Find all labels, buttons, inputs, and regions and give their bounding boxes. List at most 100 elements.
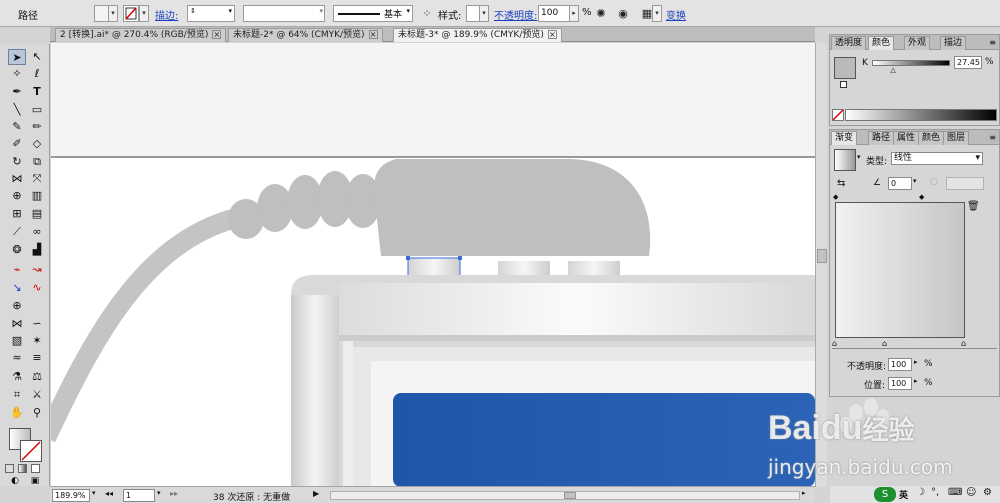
tab-swatches[interactable]: 颜色 bbox=[918, 131, 945, 145]
color-ramp[interactable] bbox=[845, 109, 997, 121]
panel-menu-icon[interactable]: ≡ bbox=[989, 38, 996, 47]
eyedropper-tool-icon[interactable]: ⟋ bbox=[8, 224, 26, 240]
slice-tool-icon[interactable]: ↝ bbox=[28, 262, 46, 278]
column-graph-tool-icon[interactable]: ▟ bbox=[28, 242, 46, 258]
eraser-tool-icon[interactable]: ◇ bbox=[28, 136, 46, 152]
chevron-down-icon[interactable]: ▾ bbox=[406, 7, 410, 15]
rotate-tool-icon[interactable]: ↻ bbox=[8, 154, 26, 170]
global-edit-icon[interactable]: ◉ bbox=[614, 5, 632, 22]
width-tool-icon[interactable]: ⋈ bbox=[8, 171, 26, 187]
hand-tool-icon[interactable]: ✋ bbox=[8, 405, 26, 421]
chevron-down-icon[interactable]: ▾ bbox=[975, 153, 980, 164]
tab-stroke[interactable]: 描边 bbox=[940, 36, 967, 50]
hand-curve-tool-icon[interactable]: ↘ bbox=[8, 280, 26, 296]
scroll-thumb[interactable] bbox=[817, 249, 827, 263]
gradient-slider[interactable] bbox=[832, 348, 997, 349]
warp-tool-icon[interactable]: ∽ bbox=[28, 316, 46, 332]
magic-wand-tool-icon[interactable]: ✧ bbox=[8, 66, 26, 82]
style-dropdown-icon[interactable]: ▾ bbox=[479, 5, 489, 22]
gradient-stop-right[interactable]: ⌂ bbox=[961, 339, 966, 348]
zoom-dropdown-icon[interactable]: ▾ bbox=[92, 489, 96, 497]
tab-gradient[interactable]: 渐变 bbox=[831, 131, 858, 145]
brush-options-icon[interactable]: ⁘ bbox=[418, 5, 436, 22]
aspect-ratio-icon[interactable]: ◌ bbox=[930, 177, 938, 187]
paintbrush-tool-icon[interactable]: ✎ bbox=[8, 119, 26, 135]
transform-link[interactable]: 变换 bbox=[666, 7, 686, 22]
gradient-stop-left[interactable]: ⌂ bbox=[832, 339, 837, 348]
recolor-artwork-icon[interactable]: ✺ bbox=[592, 5, 610, 22]
zoom-curve-tool-icon[interactable]: ∿ bbox=[28, 280, 46, 296]
gradient-type-select[interactable]: 线性 ▾ bbox=[891, 152, 983, 165]
moon-icon[interactable]: ☽ bbox=[916, 487, 925, 498]
free-transform-tool-icon[interactable]: ⤧ bbox=[28, 171, 46, 187]
stroke-swatch[interactable] bbox=[123, 5, 139, 22]
scroll-right-icon[interactable]: ▸ bbox=[802, 489, 806, 497]
stroke-dropdown-icon[interactable]: ▾ bbox=[139, 5, 149, 22]
zoom-field[interactable]: 189.9% bbox=[52, 489, 90, 502]
k-value-field[interactable]: 27.45 bbox=[954, 56, 982, 69]
k-slider-track[interactable] bbox=[872, 60, 950, 66]
settings-icon[interactable]: ⚙ bbox=[983, 487, 992, 498]
symbol-sprayer-tool-icon[interactable]: ❂ bbox=[8, 242, 26, 258]
blend-tool-icon[interactable]: ∞ bbox=[28, 224, 46, 240]
envelope-tool-icon[interactable]: ⋈ bbox=[8, 316, 26, 332]
gradient-tool-icon[interactable]: ▤ bbox=[28, 206, 46, 222]
first-page-icon[interactable]: ◂◂ bbox=[105, 489, 113, 498]
tab-layers[interactable]: 图层 bbox=[943, 131, 970, 145]
gradient-mode-icon[interactable] bbox=[18, 464, 27, 473]
chart-tool-icon[interactable]: ▧ bbox=[8, 333, 26, 349]
shape-builder-tool-icon[interactable]: ⊕ bbox=[8, 188, 26, 204]
list-tool-icon[interactable]: ≡ bbox=[28, 350, 46, 366]
close-icon[interactable]: × bbox=[368, 30, 378, 39]
lasso-tool-icon[interactable]: ℓ bbox=[28, 66, 46, 82]
rectangle-tool-icon[interactable]: ▭ bbox=[28, 102, 46, 118]
variable-width-field[interactable]: ▾ bbox=[243, 5, 325, 22]
none-swatch[interactable] bbox=[832, 109, 844, 121]
zoom-tool-icon[interactable]: ⚲ bbox=[28, 405, 46, 421]
selection-tool-icon[interactable]: ➤ bbox=[8, 49, 26, 65]
ime-mode-label[interactable]: 英 bbox=[899, 488, 908, 501]
no-color-icon[interactable] bbox=[840, 81, 847, 88]
slider-thumb-icon[interactable]: △ bbox=[890, 66, 895, 74]
stop-location-field[interactable]: 100 bbox=[888, 377, 912, 390]
stroke-link[interactable]: 描边: bbox=[155, 7, 178, 22]
tab-attributes[interactable]: 属性 bbox=[893, 131, 920, 145]
scroll-thumb[interactable] bbox=[564, 492, 576, 499]
wave-tool-icon[interactable]: ≈ bbox=[8, 350, 26, 366]
keyboard-icon[interactable]: ⌨ bbox=[948, 487, 962, 498]
mesh-tool-icon[interactable]: ⊞ bbox=[8, 206, 26, 222]
style-swatch[interactable] bbox=[466, 5, 480, 22]
tab-color[interactable]: 颜色 bbox=[868, 36, 895, 50]
gradient-preview[interactable] bbox=[835, 202, 965, 338]
blob-brush-tool-icon[interactable]: ✐ bbox=[8, 136, 26, 152]
live-paint-tool-icon[interactable]: ⚗ bbox=[8, 369, 26, 385]
line-tool-icon[interactable]: ╲ bbox=[8, 102, 26, 118]
tab-transparency[interactable]: 透明度 bbox=[831, 36, 867, 50]
live-paint-selection-tool-icon[interactable]: ⚖ bbox=[28, 369, 46, 385]
gradient-dropdown-icon[interactable]: ▾ bbox=[857, 153, 861, 161]
last-page-icon[interactable]: ▸▸ bbox=[170, 489, 178, 498]
stop-opacity-field[interactable]: 100 bbox=[888, 358, 912, 371]
page-field[interactable]: 1 bbox=[123, 489, 155, 502]
pen-tool-icon[interactable]: ✒ bbox=[8, 84, 26, 100]
panel-menu-icon[interactable]: ≡ bbox=[989, 133, 996, 142]
user-icon[interactable]: ☺ bbox=[966, 487, 976, 498]
pencil-tool-icon[interactable]: ✏ bbox=[28, 119, 46, 135]
scale-tool-icon[interactable]: ⧉ bbox=[28, 154, 46, 170]
crystallize-tool-icon[interactable]: ✶ bbox=[28, 333, 46, 349]
type-tool-icon[interactable]: T bbox=[28, 84, 46, 100]
trash-icon[interactable]: 🗑 bbox=[967, 201, 980, 212]
artboard-tool-icon[interactable]: ⌁ bbox=[8, 262, 26, 278]
tab-doc-2[interactable]: 未标题-2* @ 64% (CMYK/预览) × bbox=[228, 28, 383, 42]
opacity-dropdown-icon[interactable]: ▸ bbox=[914, 358, 918, 366]
draw-normal-icon[interactable]: ◐ bbox=[6, 476, 24, 486]
direct-selection-tool-icon[interactable]: ↖ bbox=[28, 49, 46, 65]
gradient-midpoint-icon[interactable]: ◆ bbox=[919, 193, 924, 201]
none-mode-icon[interactable] bbox=[31, 464, 40, 473]
artboard-canvas[interactable] bbox=[51, 43, 815, 487]
crop-tool-icon[interactable]: ⌗ bbox=[8, 387, 26, 403]
color-mode-icon[interactable] bbox=[5, 464, 14, 473]
stepper-icon[interactable]: ⇕ bbox=[190, 7, 196, 15]
fill-dropdown-icon[interactable]: ▾ bbox=[108, 5, 118, 22]
page-dropdown-icon[interactable]: ▾ bbox=[157, 489, 161, 497]
